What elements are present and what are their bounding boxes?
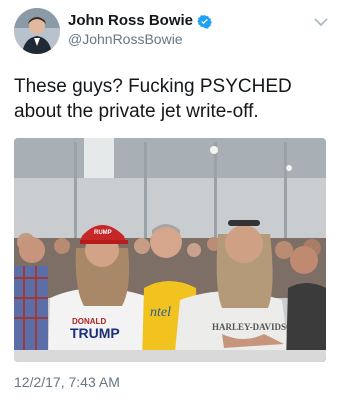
avatar[interactable] [14,8,60,54]
verified-badge-icon [197,14,212,29]
tweet-text: These guys? Fucking PSYCHED about the pr… [14,76,292,122]
svg-text:HARLEY-DAVIDSON: HARLEY-DAVIDSON [212,322,300,332]
tweet-timestamp[interactable]: 12/2/17, 7:43 AM [14,374,120,390]
svg-text:RUMP: RUMP [94,230,112,236]
crowd-photo[interactable]: DONALD TRUMP RUMP ntel HARLEY-DAVIDSON [14,138,326,362]
chevron-down-icon[interactable] [314,14,328,27]
author-name-row: John Ross Bowie [68,12,212,30]
author-handle[interactable]: @JohnRossBowie [68,31,183,48]
svg-text:TRUMP: TRUMP [70,325,120,341]
tweet-card: John Ross Bowie @JohnRossBowie These guy… [0,0,340,400]
svg-text:ntel: ntel [150,305,171,320]
display-name[interactable]: John Ross Bowie [68,12,193,30]
avatar-image [14,8,60,54]
